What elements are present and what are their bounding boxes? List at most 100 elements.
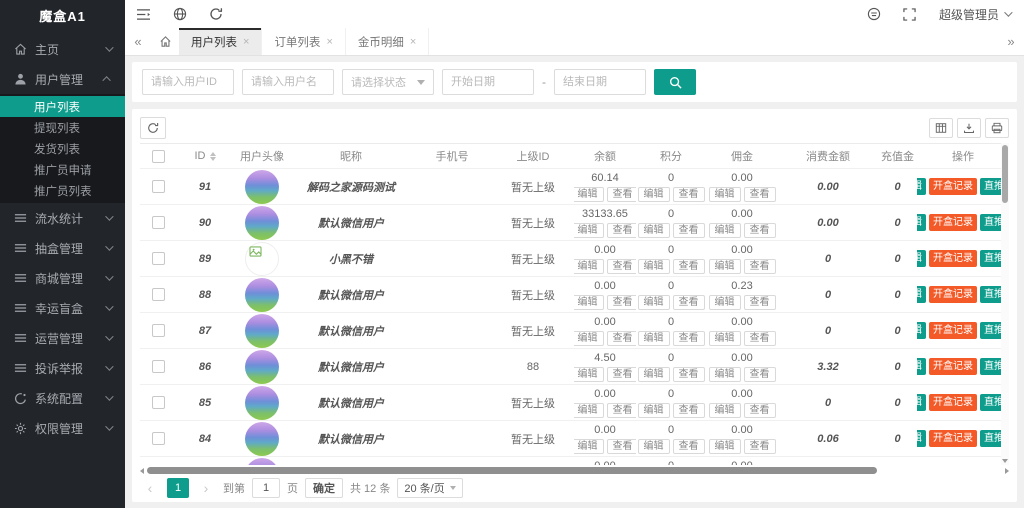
print-button[interactable] xyxy=(985,118,1009,138)
columns-button[interactable] xyxy=(929,118,953,138)
username-input[interactable] xyxy=(242,69,334,95)
open-box-record-button[interactable]: 开盒记录 xyxy=(929,250,977,267)
edit-user-button[interactable]: 编辑 xyxy=(917,430,926,447)
prev-page-button[interactable]: ‹ xyxy=(140,478,160,498)
balance-view-button[interactable]: 查看 xyxy=(607,331,637,346)
scroll-right-arrow-icon[interactable] xyxy=(1005,468,1009,474)
fullscreen-icon[interactable] xyxy=(892,0,927,28)
commission-view-button[interactable]: 查看 xyxy=(744,259,776,274)
tabs-forward-button[interactable]: » xyxy=(998,28,1024,55)
edit-user-button[interactable]: 编辑 xyxy=(917,178,926,195)
sidebar-item-1[interactable]: 用户管理 xyxy=(0,64,125,94)
refresh-icon[interactable] xyxy=(198,0,234,28)
commission-edit-button[interactable]: 编辑 xyxy=(709,295,741,310)
goto-page-input[interactable] xyxy=(252,478,280,498)
edit-user-button[interactable]: 编辑 xyxy=(917,250,926,267)
points-edit-button[interactable]: 编辑 xyxy=(638,259,670,274)
balance-edit-button[interactable]: 编辑 xyxy=(574,259,604,274)
export-button[interactable] xyxy=(957,118,981,138)
points-view-button[interactable]: 查看 xyxy=(673,295,705,310)
sidebar-subitem-2[interactable]: 发货列表 xyxy=(0,138,125,159)
edit-user-button[interactable]: 编辑 xyxy=(917,286,926,303)
commission-edit-button[interactable]: 编辑 xyxy=(709,223,741,238)
status-select[interactable]: 请选择状态 xyxy=(342,69,434,95)
tabs-back-button[interactable]: « xyxy=(125,28,151,55)
current-page-button[interactable]: 1 xyxy=(167,478,189,498)
balance-edit-button[interactable]: 编辑 xyxy=(574,403,604,418)
goto-confirm-button[interactable]: 确定 xyxy=(305,478,343,498)
edit-user-button[interactable]: 编辑 xyxy=(917,358,926,375)
open-box-record-button[interactable]: 开盒记录 xyxy=(929,286,977,303)
scroll-down-arrow-icon[interactable] xyxy=(1002,459,1008,463)
next-page-button[interactable]: › xyxy=(196,478,216,498)
points-view-button[interactable]: 查看 xyxy=(673,259,705,274)
points-edit-button[interactable]: 编辑 xyxy=(638,187,670,202)
user-id-input[interactable] xyxy=(142,69,234,95)
commission-view-button[interactable]: 查看 xyxy=(744,331,776,346)
points-edit-button[interactable]: 编辑 xyxy=(638,295,670,310)
commission-view-button[interactable]: 查看 xyxy=(744,439,776,454)
edit-user-button[interactable]: 编辑 xyxy=(917,394,926,411)
open-box-record-button[interactable]: 开盒记录 xyxy=(929,358,977,375)
points-edit-button[interactable]: 编辑 xyxy=(638,223,670,238)
points-view-button[interactable]: 查看 xyxy=(673,403,705,418)
select-all-checkbox[interactable] xyxy=(152,150,165,163)
open-box-record-button[interactable]: 开盒记录 xyxy=(929,394,977,411)
tab-2[interactable]: 金币明细× xyxy=(346,28,429,55)
commission-edit-button[interactable]: 编辑 xyxy=(709,367,741,382)
sidebar-item-0[interactable]: 主页 xyxy=(0,34,125,64)
balance-view-button[interactable]: 查看 xyxy=(607,439,637,454)
sidebar-item-5[interactable]: 幸运盲盒 xyxy=(0,293,125,323)
page-size-select[interactable]: 20 条/页 xyxy=(397,478,462,498)
points-view-button[interactable]: 查看 xyxy=(673,367,705,382)
commission-edit-button[interactable]: 编辑 xyxy=(709,259,741,274)
commission-view-button[interactable]: 查看 xyxy=(744,187,776,202)
edit-user-button[interactable]: 编辑 xyxy=(917,322,926,339)
notification-icon[interactable] xyxy=(856,0,892,28)
commission-view-button[interactable]: 查看 xyxy=(744,223,776,238)
vertical-scrollbar[interactable] xyxy=(1001,143,1009,465)
end-date-input[interactable] xyxy=(554,69,646,95)
tab-0[interactable]: 用户列表× xyxy=(179,28,262,55)
horizontal-scrollbar[interactable] xyxy=(140,466,1009,475)
points-view-button[interactable]: 查看 xyxy=(673,223,705,238)
balance-edit-button[interactable]: 编辑 xyxy=(574,187,604,202)
sort-icon[interactable] xyxy=(210,152,216,161)
globe-icon[interactable] xyxy=(162,0,198,28)
balance-edit-button[interactable]: 编辑 xyxy=(574,331,604,346)
points-view-button[interactable]: 查看 xyxy=(673,439,705,454)
row-checkbox[interactable] xyxy=(152,252,165,265)
commission-edit-button[interactable]: 编辑 xyxy=(709,331,741,346)
open-box-record-button[interactable]: 开盒记录 xyxy=(929,214,977,231)
sidebar-subitem-1[interactable]: 提现列表 xyxy=(0,117,125,138)
menu-collapse-icon[interactable] xyxy=(125,0,162,28)
balance-view-button[interactable]: 查看 xyxy=(607,403,637,418)
points-edit-button[interactable]: 编辑 xyxy=(638,367,670,382)
balance-view-button[interactable]: 查看 xyxy=(607,187,637,202)
sidebar-subitem-4[interactable]: 推广员列表 xyxy=(0,180,125,201)
commission-edit-button[interactable]: 编辑 xyxy=(709,187,741,202)
open-box-record-button[interactable]: 开盒记录 xyxy=(929,430,977,447)
points-edit-button[interactable]: 编辑 xyxy=(638,439,670,454)
sidebar-item-8[interactable]: 系统配置 xyxy=(0,383,125,413)
commission-view-button[interactable]: 查看 xyxy=(744,367,776,382)
scroll-left-arrow-icon[interactable] xyxy=(140,468,144,474)
open-box-record-button[interactable]: 开盒记录 xyxy=(929,178,977,195)
horizontal-scrollbar-thumb[interactable] xyxy=(147,467,877,474)
home-tab-icon[interactable] xyxy=(151,28,179,55)
open-box-record-button[interactable]: 开盒记录 xyxy=(929,322,977,339)
sidebar-subitem-0[interactable]: 用户列表 xyxy=(0,96,125,117)
tab-close-icon[interactable]: × xyxy=(326,36,332,48)
sidebar-item-4[interactable]: 商城管理 xyxy=(0,263,125,293)
balance-edit-button[interactable]: 编辑 xyxy=(574,295,604,310)
admin-dropdown[interactable]: 超级管理员 xyxy=(927,6,1024,23)
sidebar-subitem-3[interactable]: 推广员申请 xyxy=(0,159,125,180)
tab-1[interactable]: 订单列表× xyxy=(262,28,345,55)
table-refresh-button[interactable] xyxy=(140,117,166,139)
row-checkbox[interactable] xyxy=(152,360,165,373)
sort-desc-icon[interactable] xyxy=(210,157,216,161)
sidebar-item-9[interactable]: 权限管理 xyxy=(0,413,125,443)
sidebar-item-3[interactable]: 抽盒管理 xyxy=(0,233,125,263)
balance-view-button[interactable]: 查看 xyxy=(607,367,637,382)
balance-view-button[interactable]: 查看 xyxy=(607,223,637,238)
